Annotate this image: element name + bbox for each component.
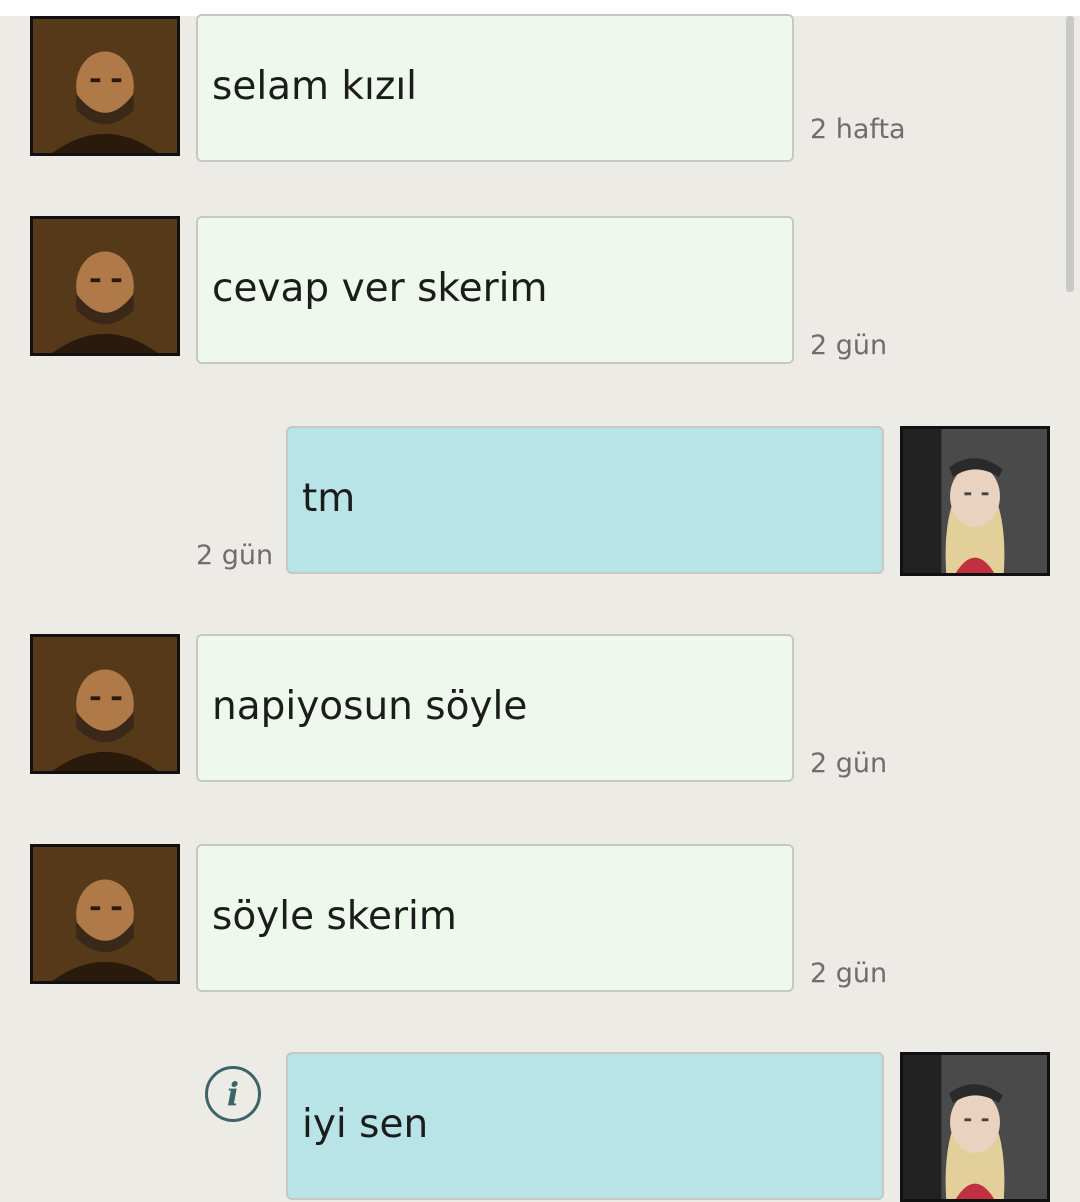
message-time: 2 hafta [810, 114, 906, 145]
sender-avatar[interactable] [30, 216, 180, 356]
message-bubble[interactable]: söyle skerim [196, 844, 794, 992]
message-row: i iyi sen [0, 1052, 1080, 1202]
message-bubble[interactable]: iyi sen [286, 1052, 884, 1200]
chat-thread: selam kızıl 2 hafta cevap ver skerim 2 g… [0, 14, 1080, 1202]
message-row: cevap ver skerim 2 gün [0, 216, 1080, 376]
message-text: selam kızıl [212, 64, 417, 109]
message-bubble[interactable]: cevap ver skerim [196, 216, 794, 364]
message-row: 2 gün tm [0, 426, 1080, 586]
message-bubble[interactable]: napiyosun söyle [196, 634, 794, 782]
message-row: selam kızıl 2 hafta [0, 6, 1080, 166]
message-row: söyle skerim 2 gün [0, 844, 1080, 1004]
info-icon[interactable]: i [205, 1066, 261, 1122]
message-text: söyle skerim [212, 894, 457, 939]
message-text: iyi sen [302, 1102, 429, 1147]
sender-avatar[interactable] [30, 844, 180, 984]
message-time: 2 gün [196, 540, 274, 571]
user-avatar[interactable] [900, 1052, 1050, 1202]
message-time: 2 gün [810, 958, 888, 989]
user-avatar[interactable] [900, 426, 1050, 576]
scrollbar[interactable] [1066, 16, 1074, 292]
message-row: napiyosun söyle 2 gün [0, 634, 1080, 794]
message-time: 2 gün [810, 330, 888, 361]
sender-avatar[interactable] [30, 634, 180, 774]
message-text: tm [302, 476, 356, 521]
message-bubble[interactable]: selam kızıl [196, 14, 794, 162]
message-text: napiyosun söyle [212, 684, 528, 729]
sender-avatar[interactable] [30, 16, 180, 156]
message-time: 2 gün [810, 748, 888, 779]
message-text: cevap ver skerim [212, 266, 548, 311]
message-bubble[interactable]: tm [286, 426, 884, 574]
